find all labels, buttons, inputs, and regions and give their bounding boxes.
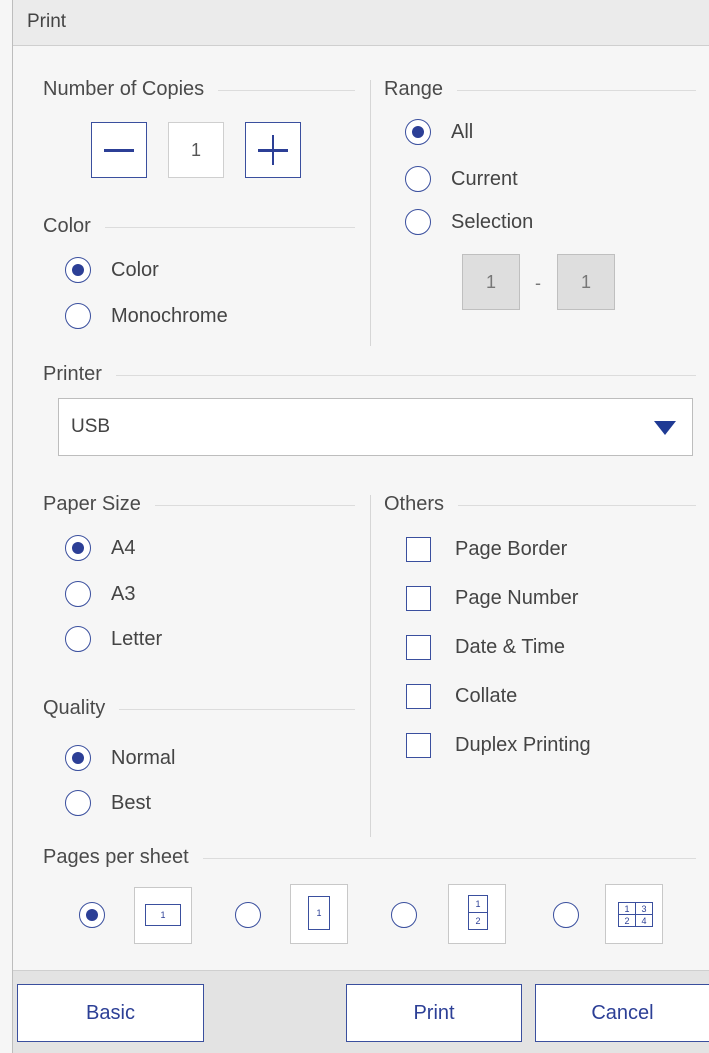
- radio-paper-a4-label: A4: [111, 536, 136, 559]
- checkbox-page-border-label: Page Border: [455, 537, 568, 560]
- radio-button-checked[interactable]: [65, 535, 91, 561]
- four-pages-icon[interactable]: 1 3 2 4: [605, 884, 663, 944]
- radio-button[interactable]: [405, 166, 431, 192]
- radio-paper-letter[interactable]: Letter: [65, 623, 162, 655]
- radio-paper-a3[interactable]: A3: [65, 578, 135, 610]
- radio-quality-best-label: Best: [111, 791, 152, 814]
- paper-size-label: Paper Size: [43, 493, 155, 516]
- copies-label: Number of Copies: [43, 78, 219, 101]
- radio-button[interactable]: [405, 209, 431, 235]
- dialog-title: Print: [13, 0, 709, 46]
- radio-button[interactable]: [65, 581, 91, 607]
- print-dialog: Print Number of Copies 1 Color Color Mon…: [12, 0, 709, 1053]
- checkbox-page-number-label: Page Number: [455, 586, 579, 609]
- checkbox-collate-label: Collate: [455, 684, 518, 707]
- color-label: Color: [43, 215, 105, 238]
- layout-cell: 2: [624, 915, 630, 926]
- print-button[interactable]: Print: [346, 984, 522, 1042]
- printer-select[interactable]: USB: [58, 398, 693, 456]
- column-divider-top: [370, 80, 371, 346]
- pages-per-sheet-label: Pages per sheet: [43, 846, 203, 869]
- radio-button[interactable]: [65, 626, 91, 652]
- radio-pages-1-portrait[interactable]: [235, 902, 261, 928]
- layout-cell: 1: [316, 908, 322, 918]
- checkbox[interactable]: [406, 732, 431, 758]
- range-from-field: 1: [462, 254, 520, 310]
- radio-quality-normal-label: Normal: [111, 746, 176, 769]
- layout-cell: 1: [160, 910, 166, 920]
- radio-button-checked[interactable]: [65, 745, 91, 771]
- checkbox-duplex-printing[interactable]: Duplex Printing: [406, 729, 591, 761]
- printer-divider: [43, 375, 696, 376]
- checkbox-page-number[interactable]: Page Number: [406, 582, 578, 614]
- triangle-down-icon: [654, 421, 676, 435]
- layout-cell: 1: [475, 899, 481, 909]
- cancel-button[interactable]: Cancel: [535, 984, 709, 1042]
- radio-pages-1-landscape[interactable]: [79, 902, 105, 928]
- layout-cell: 2: [475, 916, 481, 926]
- printer-select-value: USB: [71, 416, 111, 437]
- minus-icon: [104, 149, 134, 152]
- checkbox[interactable]: [406, 536, 431, 562]
- radio-quality-best[interactable]: Best: [65, 787, 151, 819]
- checkbox-date-time-label: Date & Time: [455, 635, 566, 658]
- copies-decrement-button[interactable]: [91, 122, 147, 178]
- checkbox[interactable]: [406, 634, 431, 660]
- basic-button[interactable]: Basic: [17, 984, 204, 1042]
- checkbox-collate[interactable]: Collate: [406, 680, 517, 712]
- radio-monochrome[interactable]: Monochrome: [65, 300, 228, 332]
- radio-button[interactable]: [65, 790, 91, 816]
- radio-range-current-label: Current: [451, 167, 518, 190]
- others-label: Others: [384, 493, 459, 516]
- radio-paper-letter-label: Letter: [111, 627, 163, 650]
- radio-range-selection[interactable]: Selection: [405, 206, 533, 238]
- checkbox[interactable]: [406, 585, 431, 611]
- column-divider-bottom: [370, 495, 371, 837]
- radio-pages-4[interactable]: [553, 902, 579, 928]
- two-pages-icon[interactable]: 1 2: [448, 884, 506, 944]
- range-separator: -: [535, 273, 541, 293]
- layout-cell: 3: [641, 903, 647, 914]
- layout-cell: 1: [624, 903, 630, 914]
- radio-pages-2[interactable]: [391, 902, 417, 928]
- range-to-field: 1: [557, 254, 615, 310]
- radio-monochrome-label: Monochrome: [111, 304, 228, 327]
- radio-color[interactable]: Color: [65, 254, 159, 286]
- dialog-footer: Basic Print Cancel: [13, 970, 709, 1053]
- range-label: Range: [384, 78, 457, 101]
- radio-button-checked[interactable]: [405, 119, 431, 145]
- radio-button-checked[interactable]: [65, 257, 91, 283]
- layout-cell: 4: [641, 915, 647, 926]
- copies-increment-button[interactable]: [245, 122, 301, 178]
- radio-color-label: Color: [111, 258, 159, 281]
- checkbox[interactable]: [406, 683, 431, 709]
- radio-range-current[interactable]: Current: [405, 163, 518, 195]
- printer-label: Printer: [43, 363, 116, 386]
- radio-quality-normal[interactable]: Normal: [65, 742, 175, 774]
- copies-value[interactable]: 1: [168, 122, 224, 178]
- radio-paper-a3-label: A3: [111, 582, 136, 605]
- radio-paper-a4[interactable]: A4: [65, 532, 135, 564]
- checkbox-date-time[interactable]: Date & Time: [406, 631, 565, 663]
- checkbox-page-border[interactable]: Page Border: [406, 533, 567, 565]
- quality-label: Quality: [43, 697, 120, 720]
- radio-range-all[interactable]: All: [405, 116, 473, 148]
- radio-range-selection-label: Selection: [451, 210, 534, 233]
- one-page-portrait-icon[interactable]: 1: [290, 884, 348, 944]
- radio-button[interactable]: [65, 303, 91, 329]
- radio-range-all-label: All: [451, 120, 474, 143]
- one-page-landscape-icon[interactable]: 1: [134, 887, 192, 944]
- checkbox-duplex-printing-label: Duplex Printing: [455, 733, 591, 756]
